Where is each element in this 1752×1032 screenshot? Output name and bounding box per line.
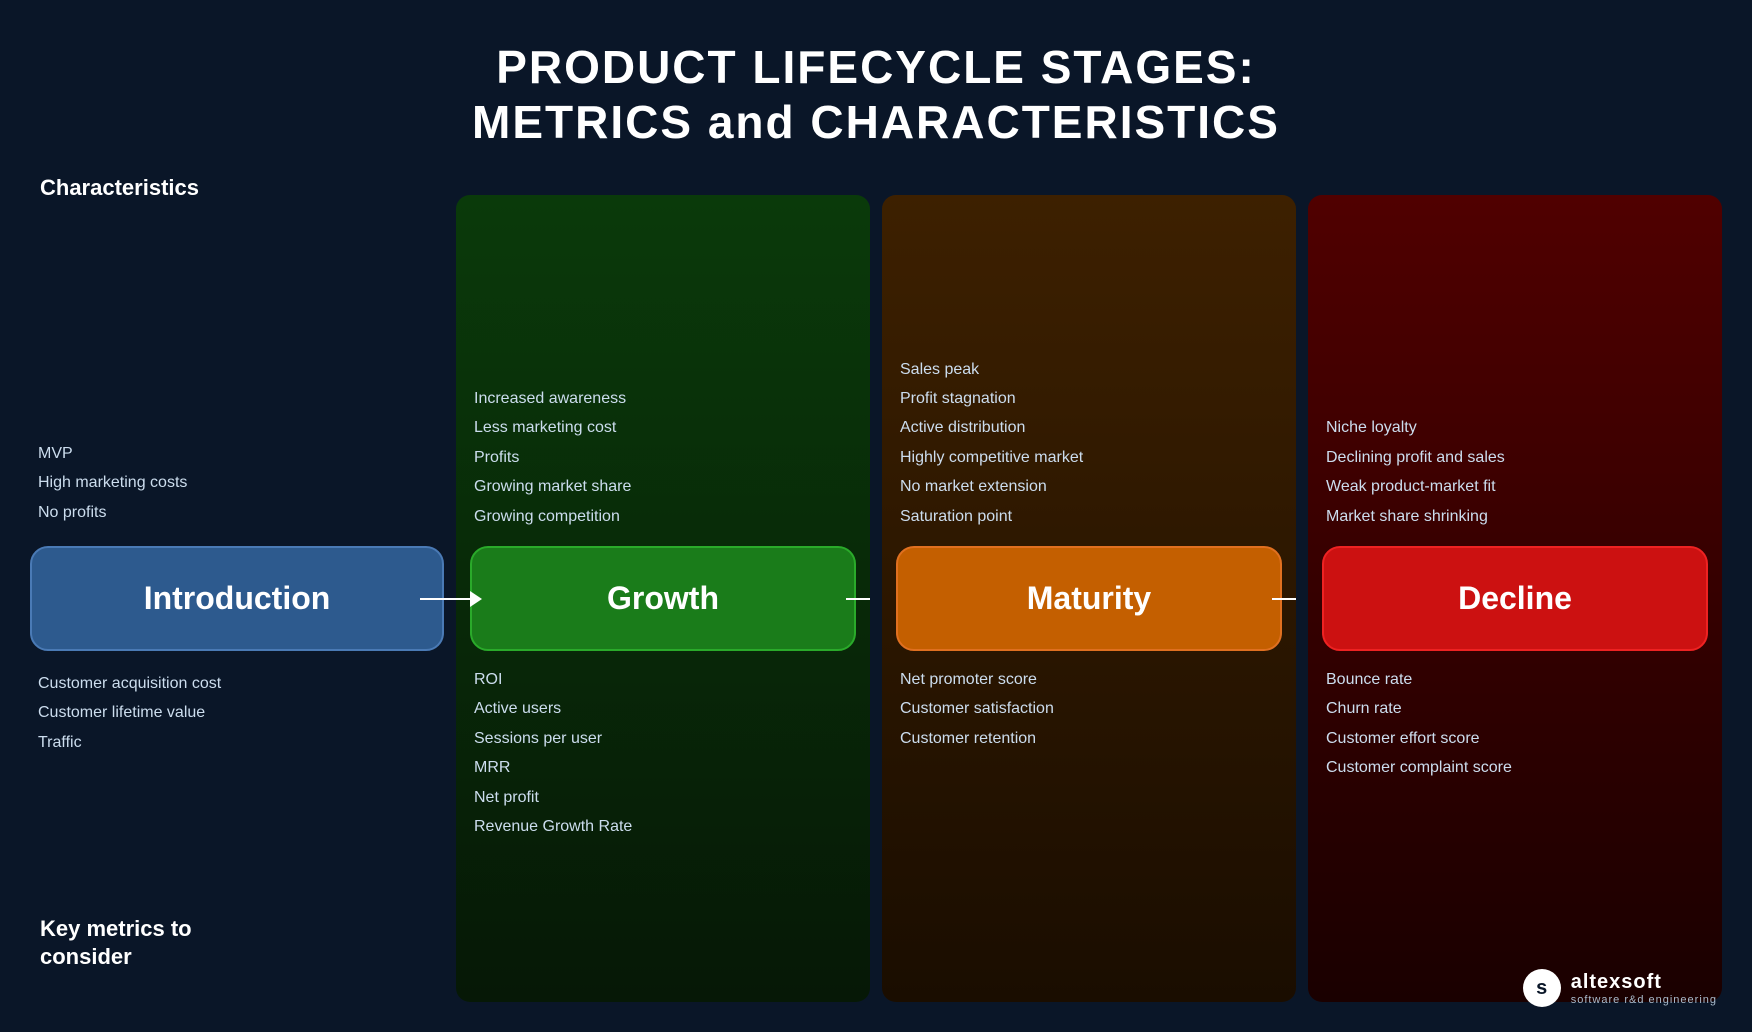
char-item: Sales peak [900, 359, 1278, 381]
metric-item: Customer satisfaction [900, 698, 1278, 720]
intro-metrics-area: Customer acquisition cost Customer lifet… [30, 651, 444, 1002]
metric-item: Sessions per user [474, 728, 852, 750]
char-item: Growing competition [474, 506, 852, 528]
decline-metrics-area: Bounce rate Churn rate Customer effort s… [1308, 651, 1722, 1002]
logo-icon: s [1523, 969, 1561, 1007]
char-item: Less marketing cost [474, 417, 852, 439]
stage-box-decline: Decline [1322, 546, 1708, 651]
char-item: Profits [474, 447, 852, 469]
char-item: Weak product-market fit [1326, 476, 1704, 498]
stage-column-growth: Increased awareness Less marketing cost … [456, 195, 870, 1002]
logo-subtitle: software r&d engineering [1571, 994, 1717, 1006]
stage-column-maturity: Sales peak Profit stagnation Active dist… [882, 195, 1296, 1002]
char-item: Highly competitive market [900, 447, 1278, 469]
title-line2: METRICS and CHARACTERISTICS [0, 95, 1752, 150]
stage-box-introduction: Introduction [30, 546, 444, 651]
maturity-char-area: Sales peak Profit stagnation Active dist… [882, 195, 1296, 546]
metric-item: Customer retention [900, 728, 1278, 750]
logo-text: altexsoft software r&d engineering [1571, 971, 1717, 1006]
stage-label-introduction: Introduction [144, 580, 331, 617]
metric-item: MRR [474, 757, 852, 779]
metric-item: Customer effort score [1326, 728, 1704, 750]
arrow-maturity-decline [1272, 591, 1296, 607]
metric-item: ROI [474, 669, 852, 691]
decline-char-area: Niche loyalty Declining profit and sales… [1308, 195, 1722, 546]
intro-char-area: MVP High marketing costs No profits [30, 195, 444, 546]
metric-item: Traffic [38, 732, 444, 754]
stage-label-decline: Decline [1458, 580, 1572, 617]
logo-name: altexsoft [1571, 971, 1717, 994]
title-line1: PRODUCT LIFECYCLE STAGES: [0, 40, 1752, 95]
metric-item: Customer lifetime value [38, 702, 444, 724]
char-item: Declining profit and sales [1326, 447, 1704, 469]
char-item: Market share shrinking [1326, 506, 1704, 528]
metric-item: Revenue Growth Rate [474, 816, 852, 838]
stage-label-maturity: Maturity [1027, 580, 1151, 617]
char-item: Increased awareness [474, 388, 852, 410]
char-item: Active distribution [900, 417, 1278, 439]
stage-column-introduction: MVP High marketing costs No profits Intr… [30, 195, 444, 1002]
maturity-metrics-area: Net promoter score Customer satisfaction… [882, 651, 1296, 1002]
metric-item: Customer acquisition cost [38, 673, 444, 695]
growth-metrics-area: ROI Active users Sessions per user MRR N… [456, 651, 870, 1002]
metric-item: Bounce rate [1326, 669, 1704, 691]
char-item: MVP [38, 443, 444, 465]
char-item: Profit stagnation [900, 388, 1278, 410]
char-item: Niche loyalty [1326, 417, 1704, 439]
char-item: High marketing costs [38, 472, 444, 494]
stage-box-growth: Growth [470, 546, 856, 651]
metric-item: Net profit [474, 787, 852, 809]
stage-box-maturity: Maturity [896, 546, 1282, 651]
logo-area: s altexsoft software r&d engineering [1523, 969, 1717, 1007]
metric-item: Churn rate [1326, 698, 1704, 720]
stage-column-decline: Niche loyalty Declining profit and sales… [1308, 195, 1722, 1002]
metric-item: Net promoter score [900, 669, 1278, 691]
arrow-growth-maturity [846, 591, 870, 607]
title-section: PRODUCT LIFECYCLE STAGES: METRICS and CH… [0, 0, 1752, 170]
stage-label-growth: Growth [607, 580, 719, 617]
char-item: No profits [38, 502, 444, 524]
metric-item: Customer complaint score [1326, 757, 1704, 779]
char-item: No market extension [900, 476, 1278, 498]
growth-char-area: Increased awareness Less marketing cost … [456, 195, 870, 546]
arrow-introduction-growth [420, 591, 482, 607]
char-item: Growing market share [474, 476, 852, 498]
metric-item: Active users [474, 698, 852, 720]
char-item: Saturation point [900, 506, 1278, 528]
